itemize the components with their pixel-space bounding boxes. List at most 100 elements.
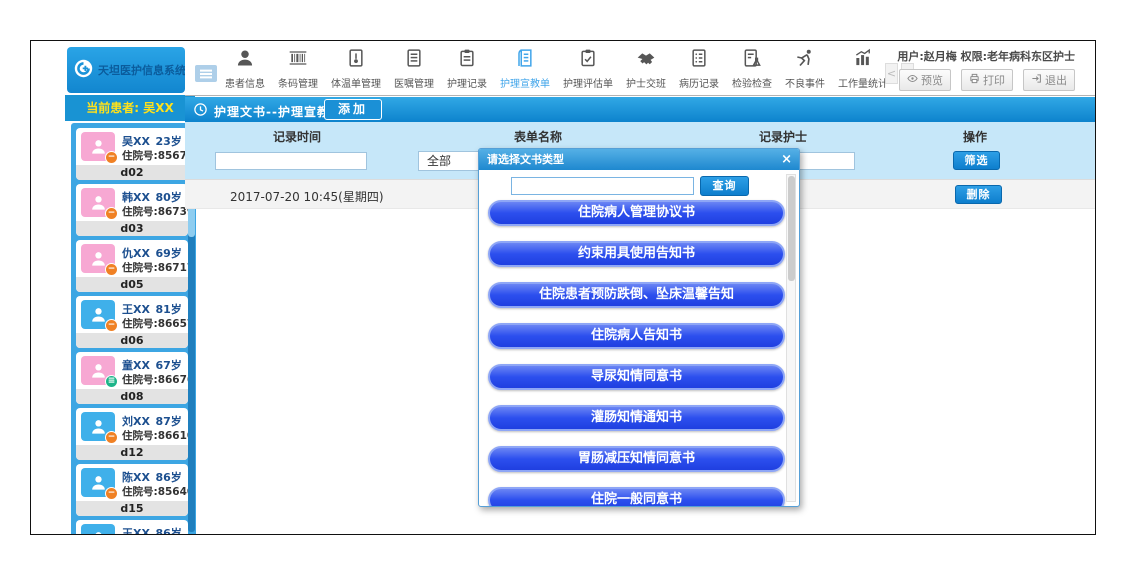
patient-card-3[interactable]: −仇XX 69岁住院号:867171 d05 bbox=[76, 240, 188, 292]
app-window: 天坦医护信息系统 当前患者: 吴XX −吴XX 23岁住院号:856784d02… bbox=[30, 40, 1096, 535]
list-badge-icon: ≡ bbox=[105, 375, 118, 388]
document-type-search-input[interactable] bbox=[511, 177, 694, 195]
toolbar-item-7[interactable]: 护理评估单 bbox=[561, 45, 615, 93]
patient-room: d12 bbox=[76, 445, 188, 460]
document-type-option-5[interactable]: 导尿知情同意书 bbox=[488, 364, 785, 390]
top-toolbar: 患者信息条码管理体温单管理医嘱管理护理记录护理宣教单护理评估单护士交班病历记录检… bbox=[185, 41, 1095, 96]
patient-admission-number: 住院号:867171 bbox=[122, 260, 188, 275]
select-document-type-dialog: 请选择文书类型 × 查询 住院病人管理协议书约束用具使用告知书住院患者预防跌倒、… bbox=[478, 148, 800, 507]
orders-doc-icon bbox=[404, 48, 424, 72]
app-title: 天坦医护信息系统 bbox=[98, 62, 186, 78]
column-record-nurse: 记录护士 bbox=[759, 128, 807, 145]
eye-icon bbox=[907, 73, 918, 87]
dialog-scrollbar-thumb[interactable] bbox=[788, 176, 795, 281]
pager-prev-button[interactable]: < bbox=[885, 63, 898, 84]
toolbar-item-8[interactable]: 护士交班 bbox=[624, 45, 668, 93]
patient-name-age: 刘XX 87岁 bbox=[122, 413, 182, 429]
lab-test-icon bbox=[742, 48, 762, 72]
toolbar-item-label: 工作量统计 bbox=[838, 75, 888, 90]
patient-card-2[interactable]: −韩XX 80岁住院号:867391d03 bbox=[76, 184, 188, 236]
record-time-filter-input[interactable] bbox=[215, 152, 367, 170]
document-type-option-7[interactable]: 胃肠减压知情同意书 bbox=[488, 446, 785, 472]
statistics-icon bbox=[853, 48, 873, 72]
dialog-title: 请选择文书类型 bbox=[479, 149, 799, 170]
logout-icon bbox=[1031, 73, 1042, 87]
user-area: 用户:赵月梅 权限:老年病科东区护士 预览打印退出 bbox=[897, 48, 1075, 91]
toolbar-item-label: 护理评估单 bbox=[563, 75, 613, 90]
delete-button[interactable]: 删除 bbox=[955, 185, 1002, 204]
toolbar-item-label: 检验检查 bbox=[732, 75, 772, 90]
patient-admission-number: 住院号:856784 bbox=[122, 148, 188, 163]
patient-name-age: 仇XX 69岁 bbox=[122, 245, 182, 261]
header-button[interactable]: 预览 bbox=[899, 69, 951, 91]
patient-card-4[interactable]: −王XX 81岁住院号:866576 d06 bbox=[76, 296, 188, 348]
patient-name-age: 韩XX 80岁 bbox=[122, 189, 182, 205]
toolbar-item-12[interactable]: 工作量统计 bbox=[836, 45, 890, 93]
document-type-option-1[interactable]: 住院病人管理协议书 bbox=[488, 200, 785, 226]
document-type-option-8[interactable]: 住院一般同意书 bbox=[488, 487, 785, 507]
patient-avatar bbox=[81, 524, 115, 534]
document-type-option-6[interactable]: 灌肠知情通知书 bbox=[488, 405, 785, 431]
page-title-bar: 护理文书--护理宣教 添加 bbox=[185, 97, 1095, 122]
toolbar-item-6[interactable]: 护理宣教单 bbox=[498, 45, 552, 93]
toolbar-item-label: 医嘱管理 bbox=[394, 75, 434, 90]
toolbar-item-2[interactable]: 条码管理 bbox=[276, 45, 320, 93]
toolbar-item-label: 条码管理 bbox=[278, 75, 318, 90]
column-record-time: 记录时间 bbox=[273, 128, 321, 145]
header-button-label: 预览 bbox=[921, 72, 943, 88]
printer-icon bbox=[969, 73, 980, 87]
filter-button[interactable]: 筛选 bbox=[953, 151, 1000, 170]
toolbar-item-1[interactable]: 患者信息 bbox=[223, 45, 267, 93]
patient-room: d06 bbox=[76, 333, 188, 348]
barcode-icon bbox=[288, 48, 308, 72]
minus-badge-icon: − bbox=[105, 319, 118, 332]
header-button-label: 退出 bbox=[1045, 72, 1067, 88]
toolbar-item-label: 护理宣教单 bbox=[500, 75, 550, 90]
patient-card-7[interactable]: −陈XX 86岁住院号:856402 d15 bbox=[76, 464, 188, 516]
form-type-select-value: 全部 bbox=[427, 154, 451, 168]
patient-admission-number: 住院号:856402 bbox=[122, 484, 188, 499]
toolbar-item-10[interactable]: 检验检查 bbox=[730, 45, 774, 93]
menu-icon[interactable] bbox=[195, 65, 217, 82]
toolbar-item-4[interactable]: 医嘱管理 bbox=[392, 45, 436, 93]
patient-name-age: 王XX 86岁 bbox=[122, 525, 182, 534]
patient-name-age: 王XX 81岁 bbox=[122, 301, 182, 317]
record-list-icon bbox=[689, 48, 709, 72]
patient-card-5[interactable]: ≡童XX 67岁住院号:866764d08 bbox=[76, 352, 188, 404]
patient-admission-number: 住院号:866576 bbox=[122, 316, 188, 331]
patient-room: d05 bbox=[76, 277, 188, 292]
clipboard-icon bbox=[457, 48, 477, 72]
patient-room: d02 bbox=[76, 165, 188, 180]
minus-badge-icon: − bbox=[105, 263, 118, 276]
header-button-label: 打印 bbox=[983, 72, 1005, 88]
document-type-option-4[interactable]: 住院病人告知书 bbox=[488, 323, 785, 349]
patient-name-age: 吴XX 23岁 bbox=[122, 133, 182, 149]
minus-badge-icon: − bbox=[105, 487, 118, 500]
add-button[interactable]: 添加 bbox=[324, 99, 382, 120]
patient-admission-number: 住院号:867391 bbox=[122, 204, 188, 219]
patient-card-1[interactable]: −吴XX 23岁住院号:856784d02 bbox=[76, 128, 188, 180]
close-icon[interactable]: × bbox=[781, 151, 792, 168]
person-icon bbox=[235, 48, 255, 72]
patient-name-age: 童XX 67岁 bbox=[122, 357, 182, 373]
query-button[interactable]: 查询 bbox=[700, 176, 749, 196]
patient-room: d03 bbox=[76, 221, 188, 236]
record-time-cell: 2017-07-20 10:45(星期四) bbox=[230, 188, 384, 205]
toolbar-item-3[interactable]: 体温单管理 bbox=[329, 45, 383, 93]
dialog-scrollbar[interactable] bbox=[786, 174, 796, 502]
toolbar-item-5[interactable]: 护理记录 bbox=[445, 45, 489, 93]
header-button[interactable]: 打印 bbox=[961, 69, 1013, 91]
toolbar-item-label: 护理记录 bbox=[447, 75, 487, 90]
logo-icon bbox=[74, 59, 93, 82]
toolbar-item-11[interactable]: 不良事件 bbox=[783, 45, 827, 93]
patient-card-8[interactable]: −王XX 86岁住院号:857265 bbox=[76, 520, 188, 534]
patient-room: d08 bbox=[76, 389, 188, 404]
patient-card-6[interactable]: −刘XX 87岁住院号:866101d12 bbox=[76, 408, 188, 460]
patient-name-age: 陈XX 86岁 bbox=[122, 469, 182, 485]
document-type-option-3[interactable]: 住院患者预防跌倒、坠床温馨告知 bbox=[488, 282, 785, 308]
toolbar-item-9[interactable]: 病历记录 bbox=[677, 45, 721, 93]
header-button[interactable]: 退出 bbox=[1023, 69, 1075, 91]
page-title: 护理文书--护理宣教 bbox=[214, 103, 330, 120]
document-type-option-2[interactable]: 约束用具使用告知书 bbox=[488, 241, 785, 267]
patient-room: d15 bbox=[76, 501, 188, 516]
